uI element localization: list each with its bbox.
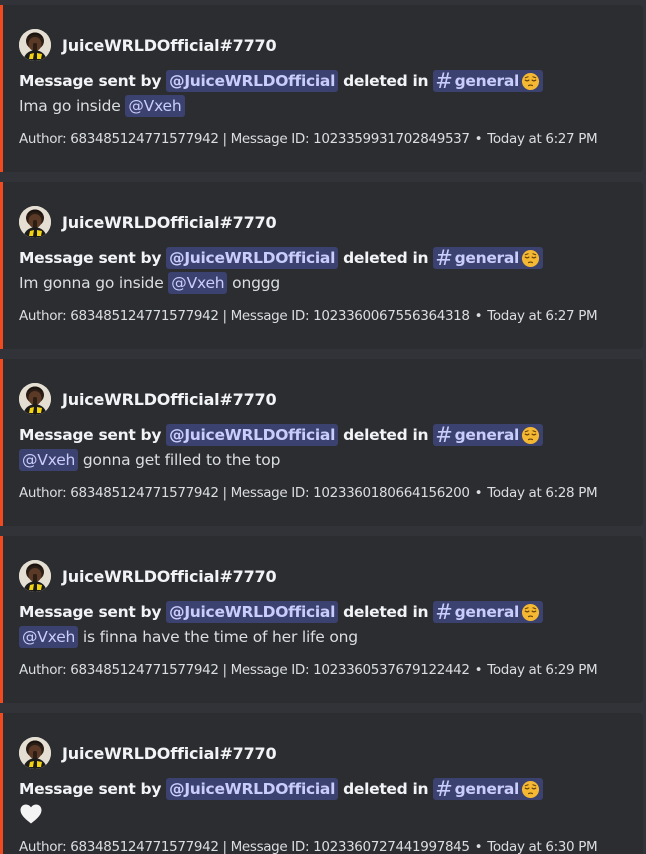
- embed-title: Message sent by @JuiceWRLDOfficial deleted…: [19, 69, 544, 93]
- description-text: Ima go inside: [19, 97, 126, 115]
- channel-name: general: [454, 72, 520, 90]
- footer-ids: Author: 683485124771577942 | Message ID:…: [19, 131, 470, 147]
- footer-separator: •: [474, 839, 483, 854]
- channel-mention[interactable]: # general: [433, 69, 544, 93]
- title-deleted-in: deleted in: [343, 249, 429, 267]
- title-prefix: Message sent by: [19, 249, 162, 267]
- user-mention[interactable]: @Vxeh: [168, 272, 228, 294]
- embed-author: JuiceWRLDOfficial#7770: [19, 737, 277, 769]
- author-mention[interactable]: @JuiceWRLDOfficial: [166, 247, 339, 269]
- embed-description: @Vxeh is finna have the time of her life…: [19, 625, 358, 649]
- author-mention[interactable]: @JuiceWRLDOfficial: [166, 601, 339, 623]
- title-prefix: Message sent by: [19, 72, 162, 90]
- channel-name: general: [454, 249, 520, 267]
- description-text: is finna have the time of her life ong: [78, 628, 358, 646]
- author-avatar[interactable]: [19, 560, 51, 592]
- description-text: gonna get filled to the top: [78, 451, 281, 469]
- author-name[interactable]: JuiceWRLDOfficial#7770: [62, 213, 277, 232]
- channel-mention[interactable]: # general: [433, 246, 544, 270]
- pensive-face-emoji: [522, 780, 540, 798]
- title-deleted-in: deleted in: [343, 780, 429, 798]
- footer-timestamp: Today at 6:27 PM: [487, 308, 598, 324]
- author-avatar[interactable]: [19, 29, 51, 61]
- hash-icon: #: [435, 423, 453, 447]
- title-deleted-in: deleted in: [343, 603, 429, 621]
- footer-separator: •: [474, 131, 483, 147]
- hash-icon: #: [435, 69, 453, 93]
- embed-description: Im gonna go inside @Vxeh onggg: [19, 271, 280, 295]
- white-heart-icon: [19, 803, 43, 825]
- embed-description: [19, 802, 43, 826]
- embed-footer: Author: 683485124771577942 | Message ID:…: [19, 662, 598, 678]
- embed-description: Ima go inside @Vxeh: [19, 94, 185, 118]
- deleted-message-embed: JuiceWRLDOfficial#7770 Message sent by @J…: [0, 182, 643, 349]
- channel-mention[interactable]: # general: [433, 423, 544, 447]
- channel-name: general: [454, 426, 520, 444]
- hash-icon: #: [435, 246, 453, 270]
- title-deleted-in: deleted in: [343, 72, 429, 90]
- embed-author: JuiceWRLDOfficial#7770: [19, 560, 277, 592]
- deleted-message-embed: JuiceWRLDOfficial#7770 Message sent by @J…: [0, 5, 643, 172]
- author-mention[interactable]: @JuiceWRLDOfficial: [166, 778, 339, 800]
- embed-footer: Author: 683485124771577942 | Message ID:…: [19, 308, 598, 324]
- embed-footer: Author: 683485124771577942 | Message ID:…: [19, 485, 598, 501]
- embed-title: Message sent by @JuiceWRLDOfficial deleted…: [19, 246, 544, 270]
- description-text: onggg: [227, 274, 280, 292]
- embed-title: Message sent by @JuiceWRLDOfficial deleted…: [19, 423, 544, 447]
- embed-footer: Author: 683485124771577942 | Message ID:…: [19, 131, 598, 147]
- footer-timestamp: Today at 6:27 PM: [487, 131, 598, 147]
- footer-ids: Author: 683485124771577942 | Message ID:…: [19, 839, 470, 854]
- author-avatar[interactable]: [19, 206, 51, 238]
- author-mention[interactable]: @JuiceWRLDOfficial: [166, 70, 339, 92]
- author-name[interactable]: JuiceWRLDOfficial#7770: [62, 36, 277, 55]
- author-name[interactable]: JuiceWRLDOfficial#7770: [62, 390, 277, 409]
- hash-icon: #: [435, 600, 453, 624]
- channel-mention[interactable]: # general: [433, 600, 544, 624]
- footer-separator: •: [474, 308, 483, 324]
- author-name[interactable]: JuiceWRLDOfficial#7770: [62, 744, 277, 763]
- deleted-message-embed: JuiceWRLDOfficial#7770 Message sent by @J…: [0, 713, 643, 854]
- footer-timestamp: Today at 6:30 PM: [487, 839, 598, 854]
- embed-author: JuiceWRLDOfficial#7770: [19, 383, 277, 415]
- footer-timestamp: Today at 6:29 PM: [487, 662, 598, 678]
- author-avatar[interactable]: [19, 737, 51, 769]
- embed-title: Message sent by @JuiceWRLDOfficial deleted…: [19, 777, 544, 801]
- pensive-face-emoji: [522, 249, 540, 267]
- deleted-message-embed: JuiceWRLDOfficial#7770 Message sent by @J…: [0, 536, 643, 703]
- embed-description: @Vxeh gonna get filled to the top: [19, 448, 280, 472]
- deleted-message-embed: JuiceWRLDOfficial#7770 Message sent by @J…: [0, 359, 643, 526]
- user-mention[interactable]: @Vxeh: [19, 626, 79, 648]
- pensive-face-emoji: [522, 426, 540, 444]
- pensive-face-emoji: [522, 72, 540, 90]
- footer-timestamp: Today at 6:28 PM: [487, 485, 598, 501]
- embed-title: Message sent by @JuiceWRLDOfficial deleted…: [19, 600, 544, 624]
- embed-author: JuiceWRLDOfficial#7770: [19, 29, 277, 61]
- deleted-message-log-feed: JuiceWRLDOfficial#7770 Message sent by @J…: [0, 0, 646, 854]
- title-prefix: Message sent by: [19, 603, 162, 621]
- channel-name: general: [454, 780, 520, 798]
- author-name[interactable]: JuiceWRLDOfficial#7770: [62, 567, 277, 586]
- embed-footer: Author: 683485124771577942 | Message ID:…: [19, 839, 598, 854]
- hash-icon: #: [435, 777, 453, 801]
- footer-ids: Author: 683485124771577942 | Message ID:…: [19, 485, 470, 501]
- pensive-face-emoji: [522, 603, 540, 621]
- title-deleted-in: deleted in: [343, 426, 429, 444]
- user-mention[interactable]: @Vxeh: [19, 449, 79, 471]
- title-prefix: Message sent by: [19, 426, 162, 444]
- footer-separator: •: [474, 662, 483, 678]
- embed-author: JuiceWRLDOfficial#7770: [19, 206, 277, 238]
- title-prefix: Message sent by: [19, 780, 162, 798]
- user-mention[interactable]: @Vxeh: [125, 95, 185, 117]
- channel-name: general: [454, 603, 520, 621]
- description-text: Im gonna go inside: [19, 274, 169, 292]
- author-mention[interactable]: @JuiceWRLDOfficial: [166, 424, 339, 446]
- channel-mention[interactable]: # general: [433, 777, 544, 801]
- footer-ids: Author: 683485124771577942 | Message ID:…: [19, 308, 470, 324]
- footer-separator: •: [474, 485, 483, 501]
- footer-ids: Author: 683485124771577942 | Message ID:…: [19, 662, 470, 678]
- author-avatar[interactable]: [19, 383, 51, 415]
